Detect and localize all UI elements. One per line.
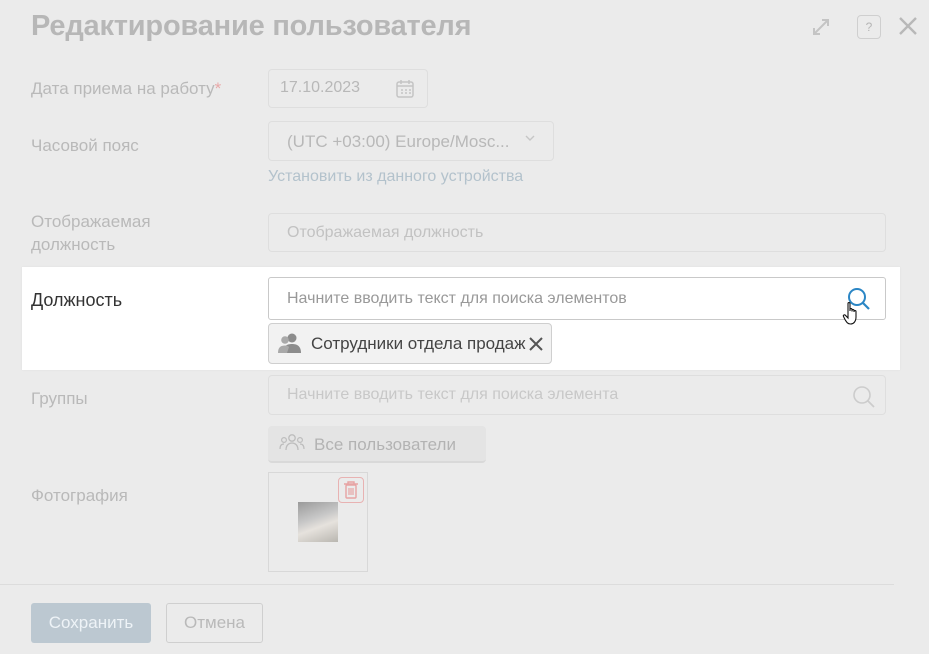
groups-search-placeholder: Начните вводить текст для поиска элемент… [287,386,619,403]
calendar-icon[interactable] [395,79,415,99]
display-position-label: Отображаемая должность [31,212,151,254]
footer-divider [0,584,894,585]
help-icon[interactable]: ? [857,15,881,39]
position-label: Должность [31,290,123,310]
hire-date-label-text: Дата приема на работу [31,79,215,98]
trash-icon [344,481,358,499]
avatar [298,502,338,542]
set-timezone-from-device-link[interactable]: Установить из данного устройства [268,168,523,186]
groups-chip-label: Все пользователи [314,435,456,454]
hand-cursor-icon [842,300,862,331]
save-button[interactable]: Сохранить [31,603,151,643]
search-icon[interactable] [851,384,877,410]
photo-upload[interactable] [268,472,368,572]
position-panel: Должность Начните вводить текст для поис… [22,267,900,370]
position-search-input[interactable]: Начните вводить текст для поиска элемент… [268,277,886,320]
display-position-field[interactable]: Отображаемая должность [268,213,886,252]
required-mark: * [214,79,222,98]
groups-search-input[interactable]: Начните вводить текст для поиска элемент… [268,375,886,415]
hire-date-field[interactable]: 17.10.2023 [268,69,428,108]
display-position-placeholder: Отображаемая должность [287,224,484,241]
expand-icon[interactable] [810,16,832,38]
groups-chip[interactable]: Все пользователи [268,426,486,463]
timezone-label: Часовой пояс [31,136,139,155]
position-chip-label: Сотрудники отдела продаж [311,334,526,353]
users-group-icon [278,333,301,353]
users-icon [279,434,305,451]
chevron-down-icon [525,131,535,145]
timezone-value: (UTC +03:00) Europe/Mosc... [287,132,510,151]
close-icon[interactable] [896,14,920,38]
groups-label: Группы [31,389,88,408]
photo-label: Фотография [31,486,128,505]
hire-date-label: Дата приема на работу* [31,77,221,100]
hire-date-value: 17.10.2023 [280,79,361,96]
page-title: Редактирование пользователя [31,10,472,42]
position-chip[interactable]: Сотрудники отдела продаж [268,323,552,364]
cancel-button[interactable]: Отмена [166,603,263,643]
remove-icon[interactable] [527,335,545,353]
timezone-select[interactable]: (UTC +03:00) Europe/Mosc... [268,121,554,161]
delete-photo-button[interactable] [338,477,364,503]
position-search-placeholder: Начните вводить текст для поиска элемент… [287,290,627,307]
